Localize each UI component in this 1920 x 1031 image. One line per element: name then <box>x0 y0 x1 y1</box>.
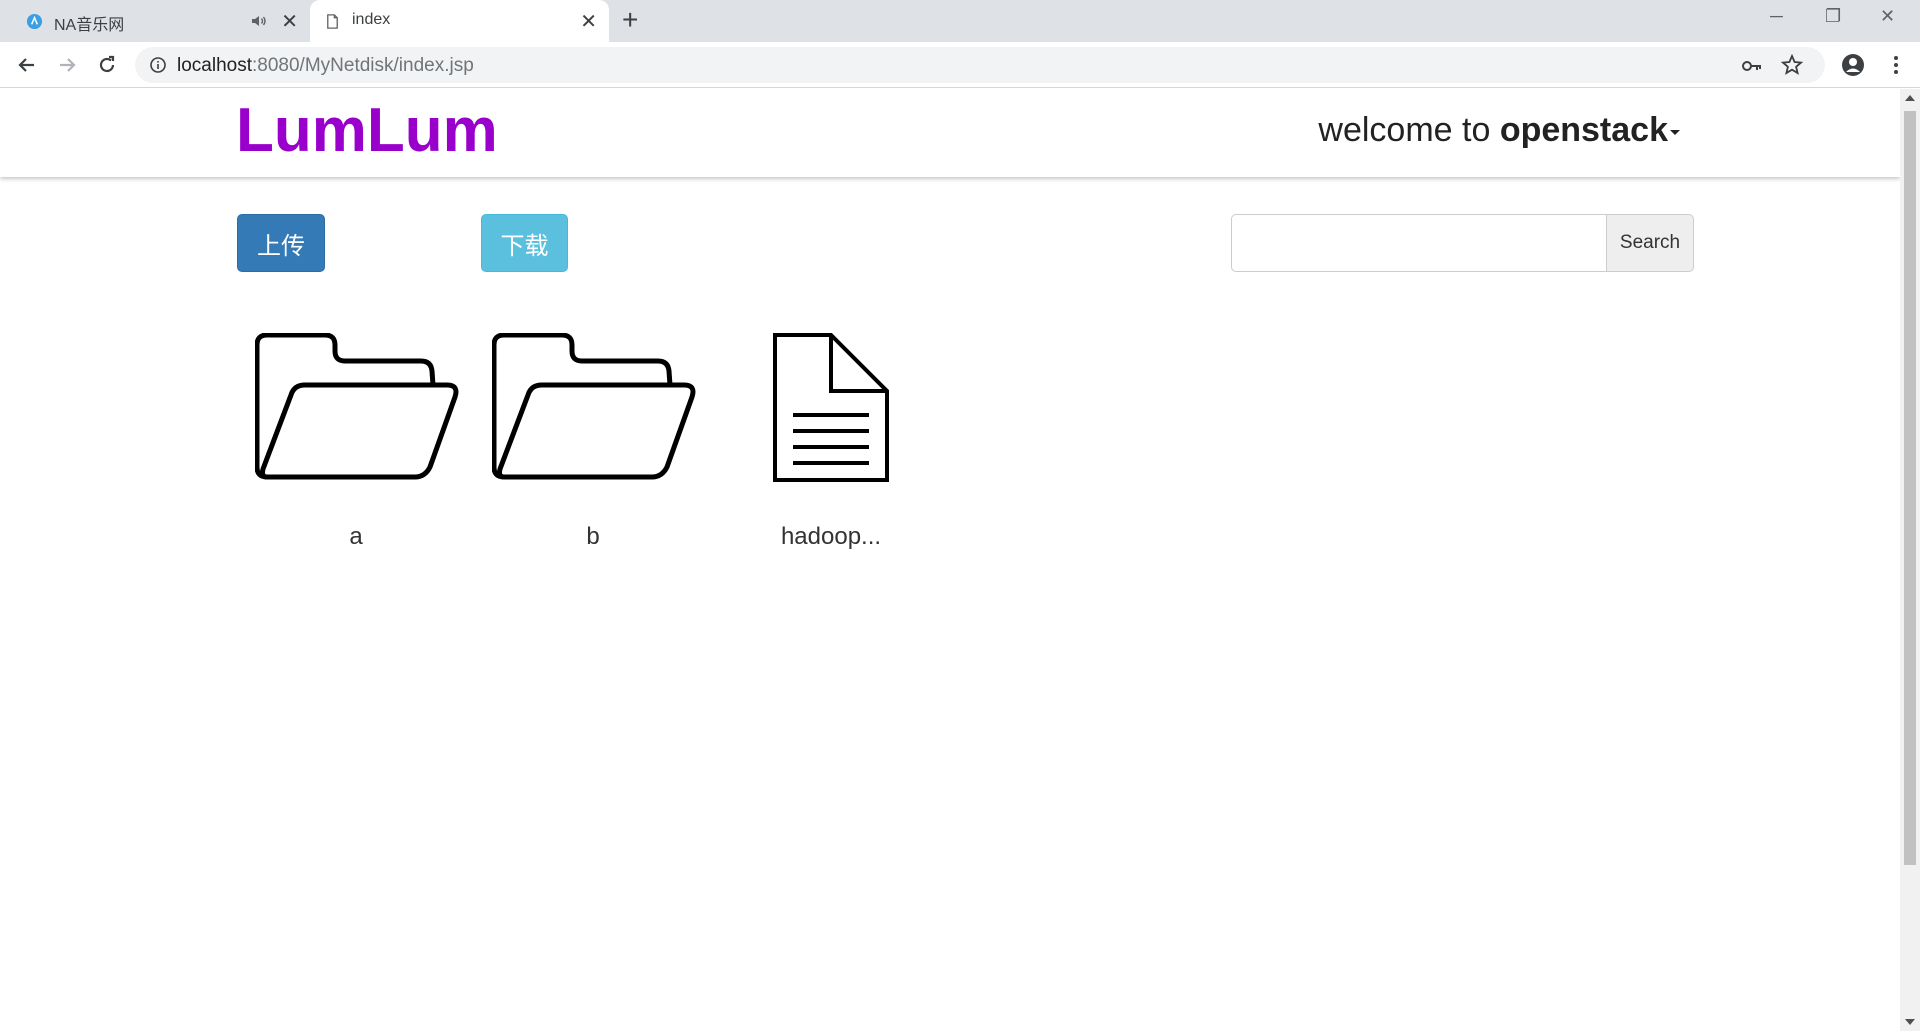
user-menu[interactable]: welcome to openstack <box>1318 111 1680 150</box>
menu-kebab-icon[interactable] <box>1883 52 1909 78</box>
scroll-down-arrow-icon[interactable] <box>1905 1019 1915 1025</box>
folder-item[interactable]: b <box>473 333 713 550</box>
file-item[interactable]: hadoop... <box>711 333 951 550</box>
vertical-scrollbar[interactable] <box>1900 89 1920 1031</box>
restore-icon[interactable]: ❐ <box>1825 6 1841 27</box>
brand-logo[interactable]: LumLum <box>236 95 498 166</box>
url-path: :8080/MyNetdisk/index.jsp <box>252 55 474 76</box>
folder-icon <box>492 333 696 480</box>
page-icon <box>327 14 338 29</box>
close-tab-icon[interactable]: ✕ <box>281 9 298 34</box>
new-tab-icon[interactable]: + <box>622 6 638 34</box>
close-window-icon[interactable]: ✕ <box>1880 6 1895 27</box>
scrollbar-thumb[interactable] <box>1904 111 1916 865</box>
reload-icon[interactable] <box>93 51 121 79</box>
file-name: a <box>349 523 363 550</box>
tab-music[interactable]: NA音乐网 ✕ <box>12 0 310 42</box>
close-tab-icon[interactable]: ✕ <box>580 9 597 34</box>
welcome-text: welcome to <box>1318 111 1500 149</box>
page-viewport: LumLum welcome to openstack 上传 下载 Search… <box>0 89 1900 1031</box>
info-icon[interactable] <box>149 56 167 74</box>
url-text: localhost:8080/MyNetdisk/index.jsp <box>177 55 474 77</box>
forward-icon[interactable] <box>53 51 81 79</box>
back-icon[interactable] <box>13 51 41 79</box>
username: openstack <box>1499 111 1668 149</box>
scroll-up-arrow-icon[interactable] <box>1905 95 1915 101</box>
download-button[interactable]: 下载 <box>481 214 568 272</box>
site-header: LumLum welcome to openstack <box>0 89 1900 177</box>
caret-down-icon <box>1670 129 1680 135</box>
url-host: localhost <box>177 55 252 76</box>
browser-toolbar: localhost:8080/MyNetdisk/index.jsp <box>0 42 1920 88</box>
search-input[interactable] <box>1231 214 1607 272</box>
profile-avatar-icon[interactable] <box>1840 52 1866 78</box>
speaker-icon[interactable] <box>250 12 268 30</box>
minimize-icon[interactable]: ─ <box>1770 6 1783 27</box>
key-icon[interactable] <box>1741 55 1763 77</box>
search-button[interactable]: Search <box>1606 214 1694 272</box>
folder-icon <box>255 333 459 480</box>
folder-item[interactable]: a <box>236 333 476 550</box>
bookmark-star-icon[interactable] <box>1781 54 1803 76</box>
music-site-favicon-icon <box>26 13 43 30</box>
tab-title: index <box>352 11 391 28</box>
upload-button[interactable]: 上传 <box>237 214 325 272</box>
address-bar[interactable]: localhost:8080/MyNetdisk/index.jsp <box>135 47 1825 83</box>
tab-strip: NA音乐网 ✕ index ✕ + ─ ❐ ✕ <box>0 0 1920 42</box>
tab-index[interactable]: index ✕ <box>310 0 609 42</box>
file-name: b <box>586 523 600 550</box>
document-icon <box>773 333 889 482</box>
file-name: hadoop... <box>780 523 882 550</box>
tab-title: NA音乐网 <box>54 17 125 34</box>
